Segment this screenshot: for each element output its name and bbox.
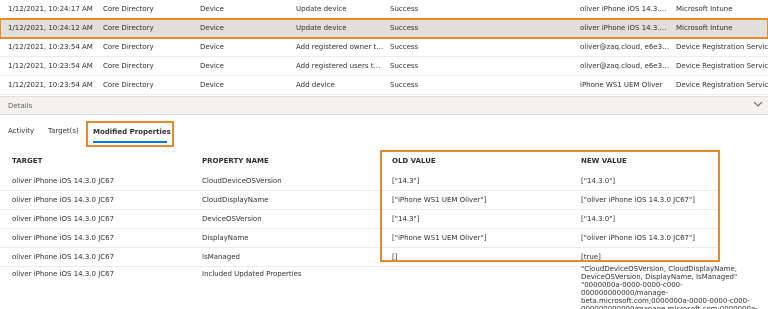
tab-modified-properties[interactable]: Modified Properties <box>86 121 174 147</box>
prop-target: oliver iPhone iOS 14.3.0 JC67 <box>12 234 115 242</box>
audit-category: Device <box>200 24 224 32</box>
audit-activity: Update device <box>296 5 347 13</box>
details-label: Details <box>8 102 33 110</box>
prop-name: DeviceOSVersion <box>202 215 262 223</box>
audit-service: Core Directory <box>103 43 154 51</box>
audit-initiated-by: Microsoft Intune <box>676 24 733 32</box>
chevron-down-icon[interactable] <box>752 98 764 112</box>
property-row: oliver iPhone iOS 14.3.0 JC67 DeviceOSVe… <box>0 210 720 229</box>
audit-activity: Update device <box>296 24 347 32</box>
audit-log-table: 1/12/2021, 10:24:17 AM Core Directory De… <box>0 0 768 95</box>
audit-date: 1/12/2021, 10:24:12 AM <box>8 24 93 32</box>
audit-row[interactable]: 1/12/2021, 10:23:54 AM Core Directory De… <box>0 38 768 57</box>
audit-result: Success <box>390 5 419 13</box>
prop-target: oliver iPhone iOS 14.3.0 JC67 <box>12 253 115 261</box>
audit-service: Core Directory <box>103 24 154 32</box>
prop-new-value: ["14.3.0"] <box>581 215 616 223</box>
audit-date: 1/12/2021, 10:23:54 AM <box>8 62 93 70</box>
active-tab-indicator <box>93 141 167 143</box>
header-old-value: OLD VALUE <box>392 157 436 165</box>
prop-name: Included Updated Properties <box>202 270 302 278</box>
details-tabs: Activity Target(s) Modified Properties <box>0 121 400 147</box>
audit-target: oliver@zaq.cloud, e6e32c... <box>580 43 670 51</box>
prop-old-value: ["iPhone WS1 UEM Oliver"] <box>392 196 487 204</box>
audit-target: oliver iPhone iOS 14.3.0 J... <box>580 24 670 32</box>
audit-result: Success <box>390 81 419 89</box>
audit-target: iPhone WS1 UEM Oliver <box>580 81 663 89</box>
audit-initiated-by: Microsoft Intune <box>676 5 733 13</box>
audit-initiated-by: Device Registration Service <box>676 62 768 70</box>
property-row: oliver iPhone iOS 14.3.0 JC67 Included U… <box>0 265 580 284</box>
audit-service: Core Directory <box>103 62 154 70</box>
prop-target: oliver iPhone iOS 14.3.0 JC67 <box>12 215 115 223</box>
property-row: oliver iPhone iOS 14.3.0 JC67 DisplayNam… <box>0 229 720 248</box>
audit-date: 1/12/2021, 10:24:17 AM <box>8 5 93 13</box>
header-property-name: PROPERTY NAME <box>202 157 269 165</box>
property-row: oliver iPhone iOS 14.3.0 JC67 CloudDevic… <box>0 172 720 191</box>
audit-service: Core Directory <box>103 5 154 13</box>
audit-category: Device <box>200 62 224 70</box>
audit-activity: Add registered users to d... <box>296 62 384 70</box>
prop-target: oliver iPhone iOS 14.3.0 JC67 <box>12 270 115 278</box>
tab-modified-label: Modified Properties <box>93 128 171 136</box>
prop-new-value: "CloudDeviceOSVersion, CloudDisplayName,… <box>581 265 758 309</box>
details-header[interactable]: Details <box>0 96 768 115</box>
prop-name: CloudDeviceOSVersion <box>202 177 282 185</box>
audit-target: oliver iPhone iOS 14.3.0 J... <box>580 5 670 13</box>
header-new-value: NEW VALUE <box>581 157 627 165</box>
audit-row-selected[interactable]: 1/12/2021, 10:24:12 AM Core Directory De… <box>0 18 768 39</box>
audit-activity: Add registered owner to ... <box>296 43 384 51</box>
prop-name: IsManaged <box>202 253 240 261</box>
tab-activity[interactable]: Activity <box>8 127 34 135</box>
audit-row[interactable]: 1/12/2021, 10:23:54 AM Core Directory De… <box>0 76 768 95</box>
audit-initiated-by: Device Registration Service <box>676 43 768 51</box>
prop-old-value: ["14.3"] <box>392 177 420 185</box>
property-row: oliver iPhone iOS 14.3.0 JC67 CloudDispl… <box>0 191 720 210</box>
audit-category: Device <box>200 81 224 89</box>
audit-service: Core Directory <box>103 81 154 89</box>
audit-initiated-by: Device Registration Service <box>676 81 768 89</box>
audit-result: Success <box>390 24 419 32</box>
tab-targets[interactable]: Target(s) <box>48 127 79 135</box>
prop-new-value: [true] <box>581 253 601 261</box>
prop-old-value: ["14.3"] <box>392 215 420 223</box>
prop-new-value: ["oliver iPhone iOS 14.3.0 JC67"] <box>581 234 695 242</box>
prop-target: oliver iPhone iOS 14.3.0 JC67 <box>12 177 115 185</box>
prop-name: DisplayName <box>202 234 249 242</box>
prop-new-value: ["14.3.0"] <box>581 177 616 185</box>
audit-date: 1/12/2021, 10:23:54 AM <box>8 81 93 89</box>
audit-activity: Add device <box>296 81 335 89</box>
prop-name: CloudDisplayName <box>202 196 269 204</box>
prop-target: oliver iPhone iOS 14.3.0 JC67 <box>12 196 115 204</box>
header-target: TARGET <box>12 157 43 165</box>
audit-result: Success <box>390 43 419 51</box>
audit-category: Device <box>200 5 224 13</box>
audit-result: Success <box>390 62 419 70</box>
audit-date: 1/12/2021, 10:23:54 AM <box>8 43 93 51</box>
audit-row[interactable]: 1/12/2021, 10:24:17 AM Core Directory De… <box>0 0 768 19</box>
prop-new-value: ["oliver iPhone iOS 14.3.0 JC67"] <box>581 196 695 204</box>
audit-category: Device <box>200 43 224 51</box>
prop-old-value: ["iPhone WS1 UEM Oliver"] <box>392 234 487 242</box>
prop-old-value: [] <box>392 253 398 261</box>
audit-row[interactable]: 1/12/2021, 10:23:54 AM Core Directory De… <box>0 57 768 76</box>
audit-target: oliver@zaq.cloud, e6e32c... <box>580 62 670 70</box>
